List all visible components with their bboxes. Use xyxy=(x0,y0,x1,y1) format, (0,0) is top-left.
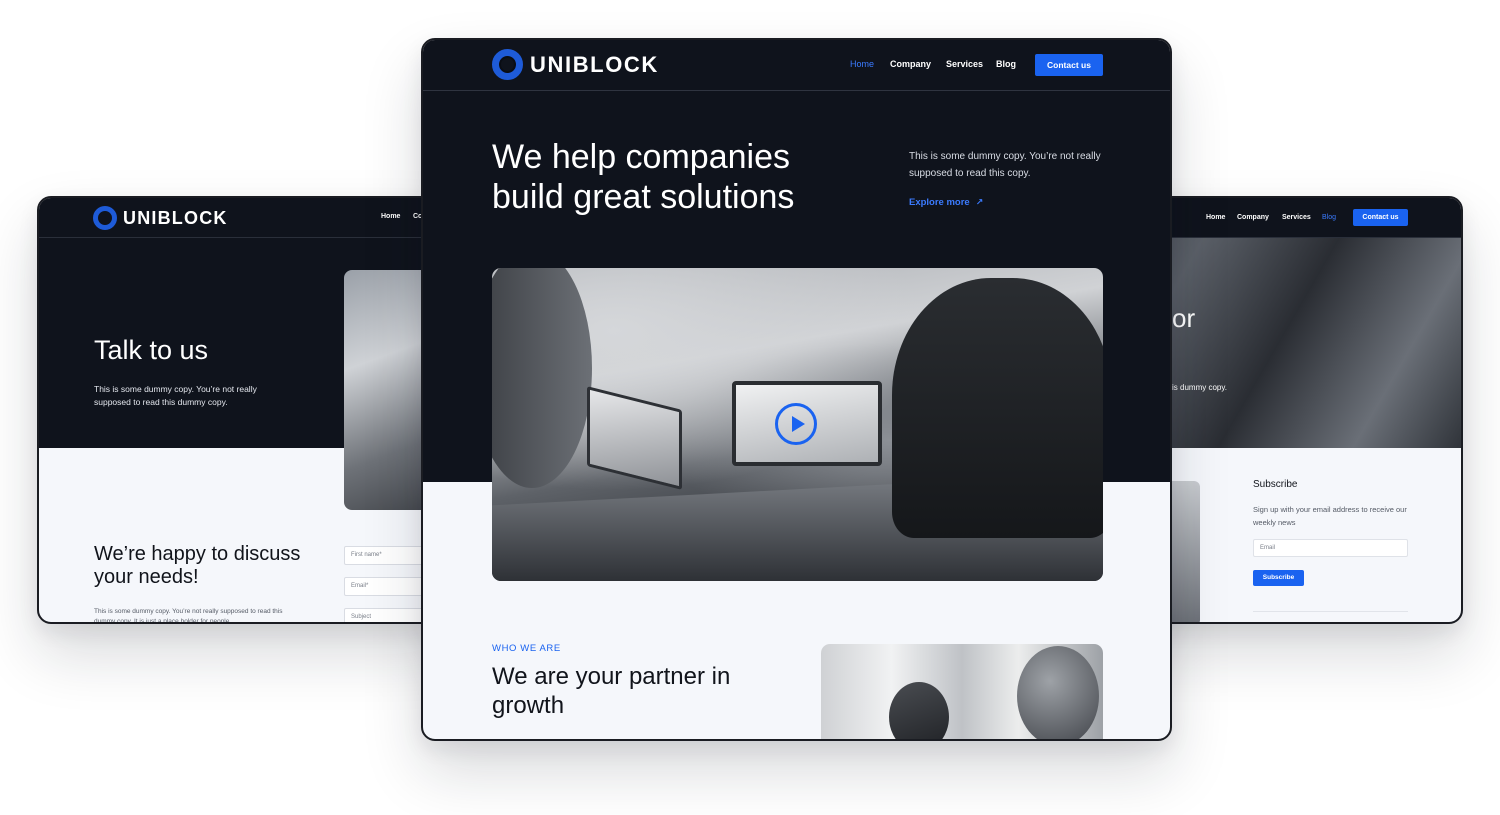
logo-ring-icon xyxy=(93,206,117,230)
person-left xyxy=(492,268,592,488)
section-eyebrow: WHO WE ARE xyxy=(492,643,561,654)
nav-services-link[interactable]: Services xyxy=(946,59,983,69)
play-triangle xyxy=(791,416,805,432)
logo-ring-icon xyxy=(492,49,523,80)
laptop-left xyxy=(587,386,682,490)
nav-home-link[interactable]: Home xyxy=(381,213,400,220)
nav-services-link[interactable]: Services xyxy=(1282,214,1311,221)
brand-name: UNIBLOCK xyxy=(123,207,228,228)
explore-more-link[interactable]: Explore more ↗ xyxy=(909,197,983,208)
person-right xyxy=(892,278,1103,538)
explore-more-label: Explore more xyxy=(909,197,970,208)
center-navbar: UNIBLOCK Home Company Services Blog Cont… xyxy=(423,40,1170,91)
left-logo[interactable]: UNIBLOCK xyxy=(93,206,228,230)
team-photo xyxy=(821,644,1103,739)
contact-page-preview: UNIBLOCK Home Co Talk to us This is some… xyxy=(37,196,457,624)
section-copy: This is some dummy copy. You’re not real… xyxy=(94,608,283,624)
person-head xyxy=(1017,646,1099,739)
brand-name: UNIBLOCK xyxy=(530,51,659,77)
section-title: We’re happy to discuss your needs! xyxy=(94,543,301,588)
hero-title: We help companies build great solutions xyxy=(492,138,795,216)
hero-copy: This is some dummy copy. You’re not real… xyxy=(94,384,257,407)
nav-home-link[interactable]: Home xyxy=(850,59,874,69)
home-page-preview: UNIBLOCK Home Company Services Blog Cont… xyxy=(421,38,1172,741)
left-navbar: UNIBLOCK Home Co xyxy=(39,198,455,238)
contact-us-button[interactable]: Contact us xyxy=(1035,54,1103,76)
subscribe-email-input[interactable]: Email xyxy=(1253,539,1408,557)
play-icon[interactable] xyxy=(775,403,817,445)
center-logo[interactable]: UNIBLOCK xyxy=(492,49,659,80)
nav-blog-link[interactable]: Blog xyxy=(1322,214,1336,221)
divider xyxy=(1253,611,1408,612)
nav-company-link[interactable]: Company xyxy=(1237,214,1269,221)
hero-copy: This is some dummy copy. You’re not real… xyxy=(909,151,1101,179)
nav-blog-link[interactable]: Blog xyxy=(996,59,1016,69)
nav-company-link[interactable]: Company xyxy=(890,59,931,69)
contact-us-button[interactable]: Contact us xyxy=(1353,209,1408,226)
arrow-up-right-icon: ↗ xyxy=(975,197,984,207)
hero-title: Talk to us xyxy=(94,335,209,365)
hero-copy: is dummy copy. xyxy=(1172,383,1227,392)
hero-title: or xyxy=(1172,303,1196,333)
nav-home-link[interactable]: Home xyxy=(1206,214,1225,221)
person-head xyxy=(889,682,949,739)
subscribe-button[interactable]: Subscribe xyxy=(1253,570,1304,586)
section-title: We are your partner in growth xyxy=(492,663,731,719)
video-thumbnail[interactable] xyxy=(492,268,1103,581)
subscribe-title: Subscribe xyxy=(1253,479,1298,490)
subscribe-copy: Sign up with your email address to recei… xyxy=(1253,505,1407,527)
